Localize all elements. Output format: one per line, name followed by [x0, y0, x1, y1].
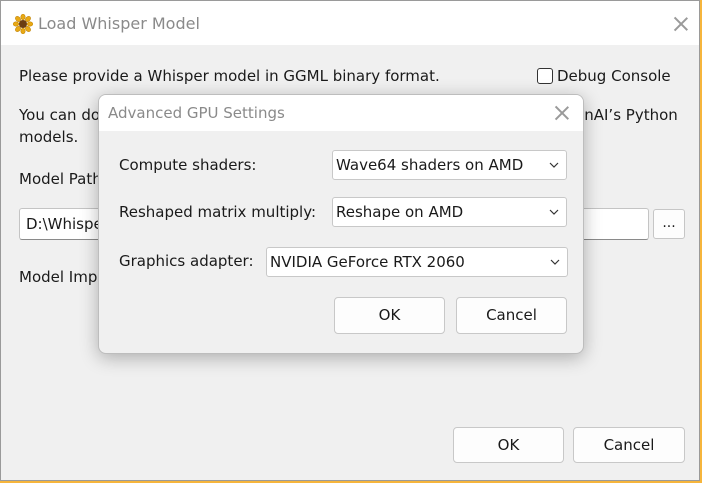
- dialog-title: Advanced GPU Settings: [108, 104, 285, 122]
- conversion-text-right: enAI’s Python: [575, 106, 678, 124]
- sunflower-icon: [13, 14, 33, 34]
- browse-button[interactable]: ...: [653, 209, 685, 239]
- dialog-ok-button[interactable]: OK: [334, 297, 445, 334]
- advanced-gpu-settings-dialog: Advanced GPU Settings Compute shaders: W…: [98, 94, 584, 354]
- reshaped-matrix-value: Reshape on AMD: [336, 203, 464, 221]
- close-icon[interactable]: [672, 15, 690, 33]
- dialog-titlebar[interactable]: Advanced GPU Settings: [99, 95, 583, 131]
- debug-console-label[interactable]: Debug Console: [557, 67, 671, 85]
- close-icon[interactable]: [553, 104, 571, 122]
- main-titlebar[interactable]: Load Whisper Model: [1, 1, 699, 45]
- graphics-adapter-select[interactable]: NVIDIA GeForce RTX 2060: [266, 247, 568, 277]
- intro-text: Please provide a Whisper model in GGML b…: [19, 67, 440, 85]
- dialog-cancel-button[interactable]: Cancel: [456, 297, 567, 334]
- ok-button[interactable]: OK: [453, 427, 564, 463]
- chevron-down-icon: [549, 162, 559, 168]
- reshaped-matrix-select[interactable]: Reshape on AMD: [332, 197, 567, 227]
- graphics-adapter-value: NVIDIA GeForce RTX 2060: [270, 253, 465, 271]
- cancel-button[interactable]: Cancel: [573, 427, 685, 463]
- compute-shaders-select[interactable]: Wave64 shaders on AMD: [332, 150, 567, 180]
- compute-shaders-value: Wave64 shaders on AMD: [336, 156, 524, 174]
- model-path-label: Model Path: [19, 170, 102, 188]
- model-impl-label: Model Imp: [19, 268, 98, 286]
- reshaped-matrix-label: Reshaped matrix multiply:: [119, 203, 317, 221]
- compute-shaders-label: Compute shaders:: [119, 156, 257, 174]
- chevron-down-icon: [550, 259, 560, 265]
- debug-console-checkbox[interactable]: [537, 68, 553, 84]
- conversion-text-left: You can do: [19, 106, 101, 124]
- conversion-text-line2: models.: [19, 128, 79, 146]
- chevron-down-icon: [549, 209, 559, 215]
- model-path-value: D:\Whispe: [26, 215, 103, 233]
- window-title: Load Whisper Model: [38, 14, 200, 33]
- graphics-adapter-label: Graphics adapter:: [119, 252, 254, 270]
